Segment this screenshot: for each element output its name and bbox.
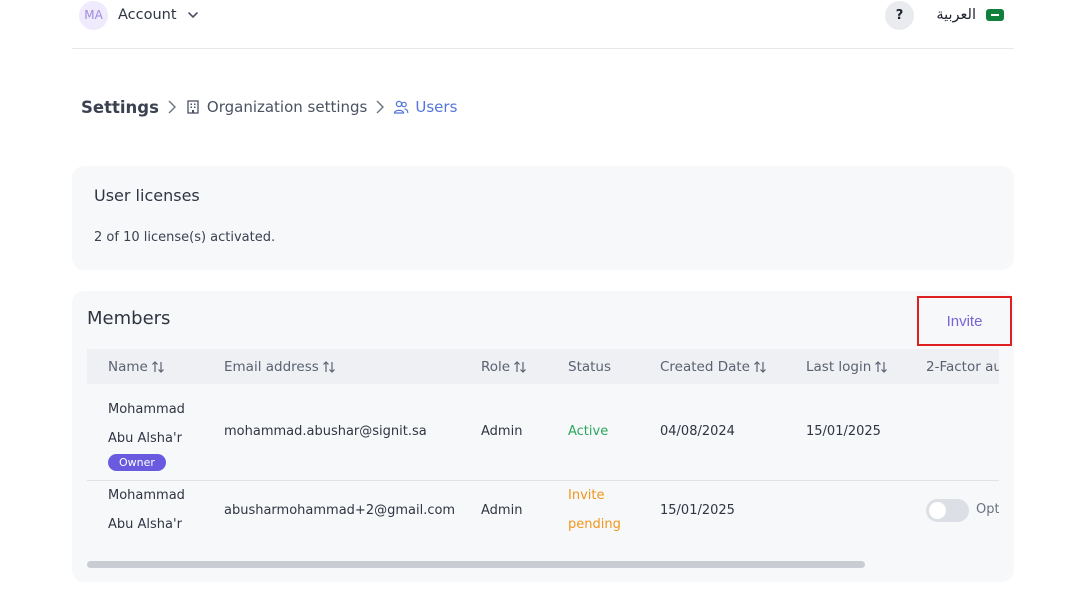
language-label: العربية	[936, 7, 976, 23]
member-first-name: Mohammad	[108, 488, 185, 503]
member-created-date: 04/08/2024	[660, 424, 735, 439]
column-name[interactable]: Name	[108, 349, 165, 384]
member-last-login: 15/01/2025	[806, 424, 881, 439]
status-badge: Active	[568, 424, 609, 439]
breadcrumb-users-label: Users	[415, 98, 458, 116]
language-switcher[interactable]: العربية	[936, 0, 1004, 30]
breadcrumb-users[interactable]: Users	[393, 98, 457, 116]
invite-button[interactable]: Invite	[917, 296, 1012, 346]
member-role: Admin	[481, 424, 523, 439]
chevron-right-icon	[159, 94, 185, 120]
member-email: abusharmohammad+2@gmail.com	[224, 503, 456, 518]
column-role-label: Role	[481, 358, 511, 375]
member-first-name: Mohammad	[108, 402, 185, 417]
column-two-factor: 2-Factor au	[926, 349, 999, 384]
table-row: Mohammad Abu Alsha'r abusharmohammad+2@g…	[87, 481, 999, 559]
member-last-name: Abu Alsha'r	[108, 431, 182, 446]
members-title: Members	[87, 308, 171, 329]
account-menu[interactable]: MA Account	[79, 0, 199, 30]
column-status-label: Status	[568, 358, 612, 375]
chevron-down-icon	[187, 12, 198, 19]
saudi-flag-icon	[986, 9, 1004, 21]
member-role: Admin	[481, 503, 523, 518]
column-status: Status	[568, 349, 611, 384]
account-label: Account	[118, 7, 177, 23]
column-two-factor-label: 2-Factor au	[926, 358, 999, 375]
member-last-name: Abu Alsha'r	[108, 517, 182, 532]
member-name: Mohammad Abu Alsha'r Owner	[108, 395, 185, 471]
member-email: mohammad.abushar@signit.sa	[224, 424, 427, 439]
column-created-label: Created Date	[660, 358, 750, 375]
owner-badge: Owner	[108, 454, 166, 471]
member-name: Mohammad Abu Alsha'r	[108, 481, 185, 539]
help-button[interactable]: ?	[885, 1, 914, 30]
breadcrumb-organization-label: Organization settings	[206, 98, 368, 116]
column-last-login-label: Last login	[806, 358, 872, 375]
user-licenses-card: User licenses 2 of 10 license(s) activat…	[72, 166, 1014, 270]
users-icon	[394, 100, 409, 114]
members-card: Members Invite Name Email address Role S…	[72, 291, 1014, 582]
horizontal-scrollbar[interactable]	[87, 561, 865, 568]
top-bar: MA Account ? العربية	[72, 0, 1014, 49]
column-email-label: Email address	[224, 358, 319, 375]
breadcrumb-settings[interactable]: Settings	[81, 98, 159, 117]
avatar: MA	[79, 0, 108, 30]
building-icon	[187, 100, 199, 114]
column-created-date[interactable]: Created Date	[660, 349, 767, 384]
table-header: Name Email address Role Status Created D…	[87, 349, 999, 384]
status-badge: Invite pending	[568, 481, 621, 539]
sort-icon[interactable]	[322, 360, 336, 374]
member-created-date: 15/01/2025	[660, 503, 735, 518]
column-email[interactable]: Email address	[224, 349, 336, 384]
licenses-title: User licenses	[94, 186, 200, 205]
chevron-right-icon	[367, 94, 393, 120]
status-pending-line2: pending	[568, 517, 621, 532]
column-name-label: Name	[108, 358, 148, 375]
sort-icon[interactable]	[753, 360, 767, 374]
two-factor-text: Opt	[976, 502, 999, 517]
sort-icon[interactable]	[874, 360, 888, 374]
column-role[interactable]: Role	[481, 349, 527, 384]
breadcrumb: Settings Organization settings Users	[81, 94, 457, 120]
breadcrumb-organization-settings[interactable]: Organization settings	[185, 98, 367, 116]
status-pending-line1: Invite	[568, 488, 605, 503]
sort-icon[interactable]	[513, 360, 527, 374]
members-table: Name Email address Role Status Created D…	[87, 349, 999, 559]
licenses-text: 2 of 10 license(s) activated.	[94, 230, 276, 245]
table-row: Mohammad Abu Alsha'r Owner mohammad.abus…	[87, 384, 999, 481]
column-last-login[interactable]: Last login	[806, 349, 888, 384]
sort-icon[interactable]	[151, 360, 165, 374]
two-factor-toggle[interactable]	[926, 499, 969, 522]
